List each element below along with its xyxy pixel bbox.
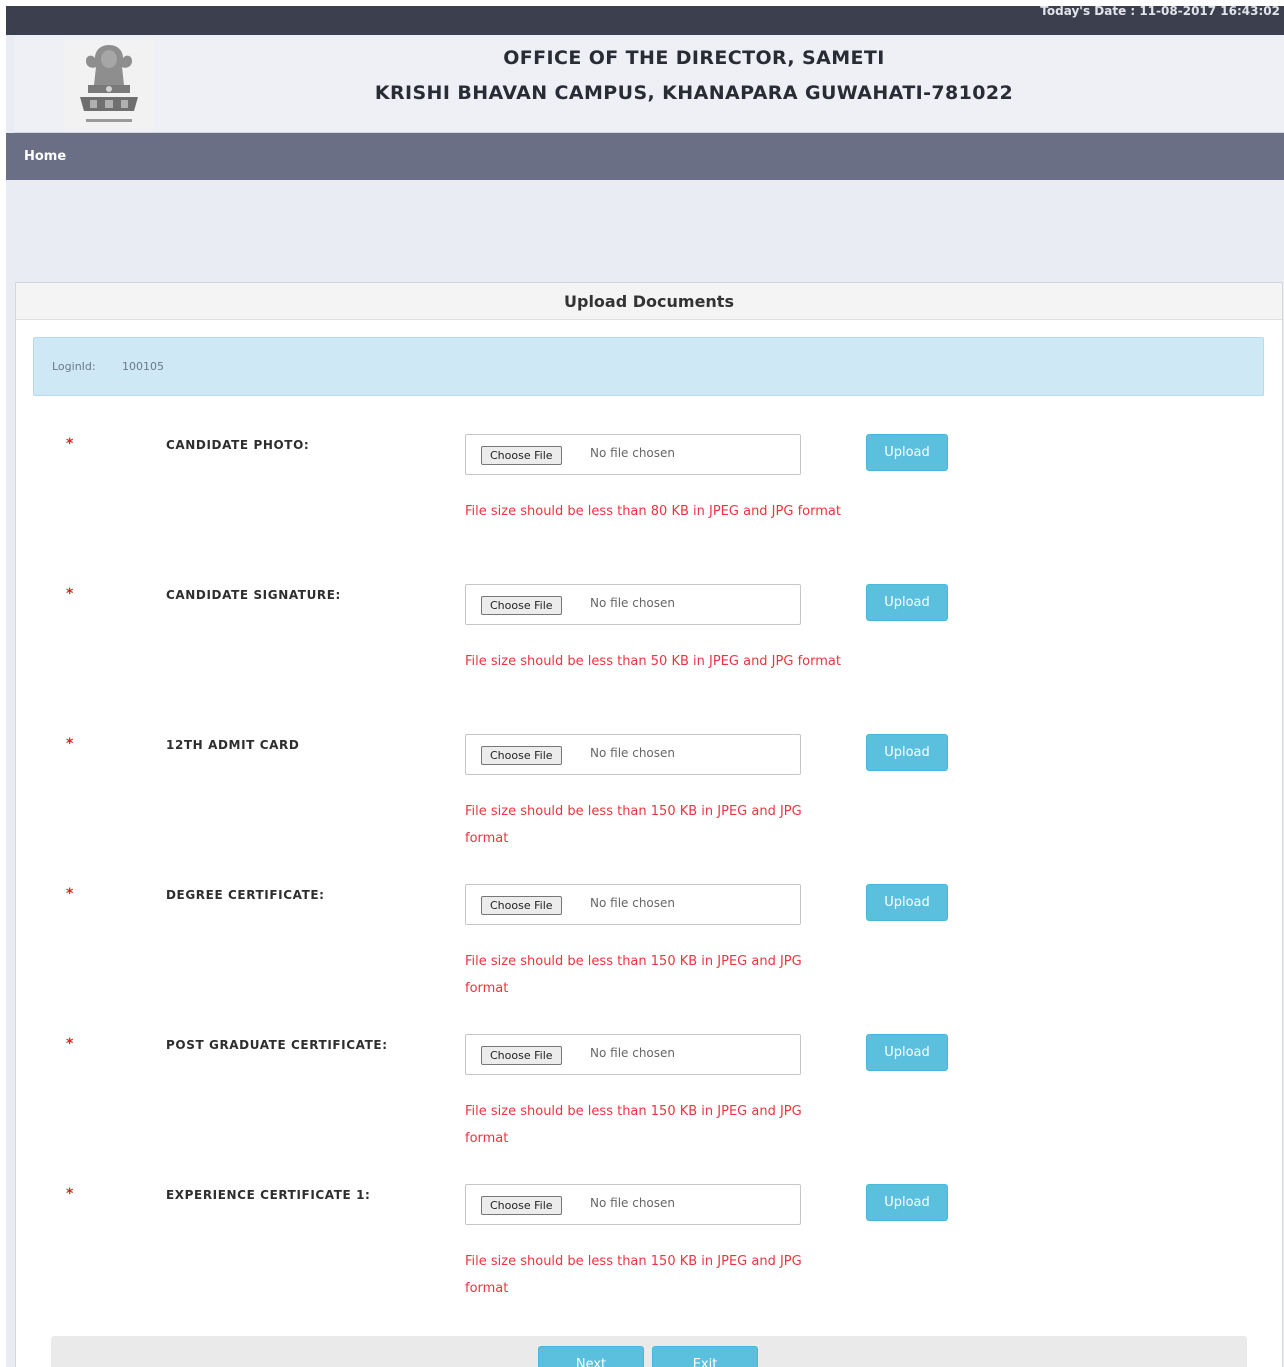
login-info-box: LoginId: 100105 [33, 337, 1264, 396]
choose-file-button[interactable]: Choose File [481, 446, 562, 465]
file-status: No file chosen [590, 896, 676, 910]
document-label: POST GRADUATE CERTIFICATE: [166, 1038, 388, 1052]
file-size-hint: File size should be less than 80 KB in J… [465, 504, 841, 519]
form-footer [51, 1336, 1247, 1367]
required-marker: * [66, 586, 74, 602]
browser-page: Today's Date : 11-08-2017 16:43:02 OFFIC… [6, 6, 1284, 1367]
upload-button[interactable]: Upload [866, 734, 948, 771]
office-title: OFFICE OF THE DIRECTOR, SAMETI [503, 47, 885, 69]
choose-file-button[interactable]: Choose File [481, 896, 562, 915]
required-marker: * [66, 1186, 74, 1202]
file-status: No file chosen [590, 1196, 676, 1210]
required-marker: * [66, 436, 74, 452]
file-size-hint: File size should be less than 150 KB in … [465, 1254, 802, 1296]
document-label: CANDIDATE PHOTO: [166, 438, 310, 452]
file-status: No file chosen [590, 746, 676, 760]
top-bar: Today's Date : 11-08-2017 16:43:02 [6, 6, 1284, 35]
upload-button[interactable]: Upload [866, 884, 948, 921]
required-marker: * [66, 736, 74, 752]
required-marker: * [66, 886, 74, 902]
choose-file-button[interactable]: Choose File [481, 1046, 562, 1065]
choose-file-button[interactable]: Choose File [481, 1196, 562, 1215]
panel-title: Upload Documents [564, 292, 734, 311]
login-id-label: LoginId: [52, 360, 96, 373]
document-label: DEGREE CERTIFICATE: [166, 888, 325, 902]
panel-header: Upload Documents [16, 283, 1282, 320]
file-size-hint: File size should be less than 150 KB in … [465, 954, 802, 996]
file-input[interactable]: Choose File No file chosen [465, 434, 801, 475]
document-label: CANDIDATE SIGNATURE: [166, 588, 341, 602]
document-label: EXPERIENCE CERTIFICATE 1: [166, 1188, 371, 1202]
nav-home-link[interactable]: Home [24, 149, 66, 164]
file-status: No file chosen [590, 1046, 676, 1060]
document-row-experience-certificate-1: * EXPERIENCE CERTIFICATE 1: Choose File … [16, 1184, 1282, 1334]
next-button[interactable]: Next [538, 1346, 644, 1367]
document-row-12th-admit-card: * 12TH ADMIT CARD Choose File No file ch… [16, 734, 1282, 884]
upload-button[interactable]: Upload [866, 584, 948, 621]
upload-button[interactable]: Upload [866, 434, 948, 471]
document-row-degree-certificate: * DEGREE CERTIFICATE: Choose File No fil… [16, 884, 1282, 1034]
file-input[interactable]: Choose File No file chosen [465, 1184, 801, 1225]
file-status: No file chosen [590, 596, 676, 610]
required-marker: * [66, 1036, 74, 1052]
choose-file-button[interactable]: Choose File [481, 746, 562, 765]
file-input[interactable]: Choose File No file chosen [465, 734, 801, 775]
document-row-candidate-photo: * CANDIDATE PHOTO: Choose File No file c… [16, 434, 1282, 584]
exit-button[interactable]: Exit [652, 1346, 758, 1367]
document-row-post-graduate-certificate: * POST GRADUATE CERTIFICATE: Choose File… [16, 1034, 1282, 1184]
nav-bar: Home [6, 133, 1284, 180]
document-label: 12TH ADMIT CARD [166, 738, 300, 752]
office-address: KRISHI BHAVAN CAMPUS, KHANAPARA GUWAHATI… [374, 82, 1014, 104]
upload-button[interactable]: Upload [866, 1184, 948, 1221]
upload-button[interactable]: Upload [866, 1034, 948, 1071]
document-row-candidate-signature: * CANDIDATE SIGNATURE: Choose File No fi… [16, 584, 1282, 734]
site-header: OFFICE OF THE DIRECTOR, SAMETI KRISHI BH… [14, 35, 1284, 133]
file-size-hint: File size should be less than 50 KB in J… [465, 654, 841, 669]
todays-date: Today's Date : 11-08-2017 16:43:02 [1040, 6, 1280, 18]
upload-documents-panel: Upload Documents LoginId: 100105 * CANDI… [15, 282, 1283, 1367]
file-input[interactable]: Choose File No file chosen [465, 584, 801, 625]
choose-file-button[interactable]: Choose File [481, 596, 562, 615]
login-id-value: 100105 [122, 360, 164, 373]
file-input[interactable]: Choose File No file chosen [465, 884, 801, 925]
file-input[interactable]: Choose File No file chosen [465, 1034, 801, 1075]
file-size-hint: File size should be less than 150 KB in … [465, 804, 802, 846]
file-size-hint: File size should be less than 150 KB in … [465, 1104, 802, 1146]
file-status: No file chosen [590, 446, 676, 460]
